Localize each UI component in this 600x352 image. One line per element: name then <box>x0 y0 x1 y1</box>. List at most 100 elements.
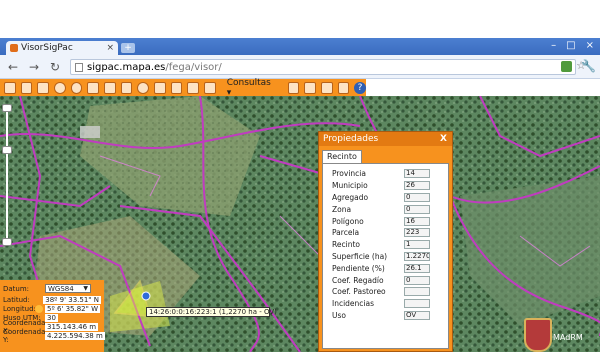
zoom-out-button[interactable] <box>2 238 12 246</box>
latitude-value: 38º 9' 33.51" N <box>43 295 101 304</box>
property-label: Provincia <box>332 169 366 179</box>
property-value: 14 <box>404 169 430 179</box>
tab-close-icon[interactable]: × <box>106 43 114 53</box>
property-row: Coef. Regadío 0 <box>332 274 448 286</box>
sun-icon <box>35 305 43 313</box>
address-bar[interactable]: sigpac.mapa.es/fega/visor/ <box>70 59 576 75</box>
property-label: Coef. Regadío <box>332 275 384 285</box>
property-row: Parcela 223 <box>332 227 448 239</box>
edit-icon[interactable] <box>170 81 183 94</box>
browser-tab[interactable]: VisorSigPac × <box>6 41 118 55</box>
page-icon <box>75 62 83 72</box>
pan-icon[interactable] <box>87 81 100 94</box>
property-label: Coef. Pastoreo <box>332 287 386 297</box>
ministry-logo: MAdRM <box>553 333 583 342</box>
dialog-close-icon[interactable]: X <box>438 133 449 144</box>
property-value: OV <box>404 310 430 320</box>
measure-line-icon[interactable] <box>104 81 116 94</box>
layers-icon[interactable] <box>4 81 16 94</box>
property-row: Coef. Pastoreo <box>332 286 448 298</box>
latitude-label: Latitud: <box>3 295 30 304</box>
back-icon[interactable]: ← <box>6 60 20 74</box>
property-label: Municipio <box>332 181 368 191</box>
property-value: 0 <box>404 192 430 202</box>
property-label: Agregado <box>332 192 369 202</box>
forward-icon[interactable]: → <box>27 60 41 74</box>
zoom-handle[interactable] <box>2 146 12 154</box>
coord-y-value: 4.225.594.38 m <box>45 331 105 340</box>
zoom-slider[interactable] <box>2 104 12 246</box>
maximize-icon[interactable]: □ <box>566 40 575 51</box>
zoom-in-icon[interactable] <box>54 81 66 94</box>
property-row: Municipio 26 <box>332 180 448 192</box>
zoom-track <box>6 112 8 240</box>
zoom-out-icon[interactable] <box>70 81 83 94</box>
property-row: Provincia 14 <box>332 168 448 180</box>
help-icon[interactable]: ? <box>354 81 366 94</box>
property-value: 1.2270 <box>404 251 430 261</box>
property-label: Polígono <box>332 216 364 226</box>
property-label: Recinto <box>332 240 360 250</box>
bookmark-icon[interactable] <box>304 81 316 94</box>
url-host: sigpac.mapa.es <box>87 61 166 73</box>
property-row: Polígono 16 <box>332 215 448 227</box>
reload-icon[interactable]: ↻ <box>48 60 62 74</box>
property-value: 1 <box>404 240 430 250</box>
coat-of-arms-icon <box>524 318 552 352</box>
consultas-menu[interactable]: Consultas ▾ <box>227 78 277 98</box>
property-label: Uso <box>332 310 346 320</box>
link-icon[interactable] <box>320 81 333 94</box>
zoom-in-button[interactable] <box>2 104 12 112</box>
tab-title: VisorSigPac <box>21 43 73 53</box>
coord-y-label: Coordenada Y: <box>3 327 46 344</box>
grid-icon[interactable] <box>37 81 50 94</box>
wrench-menu-icon[interactable]: 🔧 <box>581 59 596 73</box>
new-tab-button[interactable]: + <box>121 43 135 53</box>
property-row: Superficie (ha) 1.2270 <box>332 251 448 263</box>
property-label: Parcela <box>332 228 360 238</box>
chevron-down-icon: ▼ <box>83 285 88 292</box>
property-row: Uso OV <box>332 310 448 322</box>
info-icon[interactable] <box>204 81 216 94</box>
datum-value: WGS84 <box>48 284 74 293</box>
property-row: Zona 0 <box>332 203 448 215</box>
datum-select[interactable]: WGS84 ▼ <box>45 284 91 293</box>
property-value: 16 <box>404 216 430 226</box>
property-value: 26 <box>404 181 430 191</box>
home-icon[interactable] <box>20 81 33 94</box>
property-value: 0 <box>404 204 430 214</box>
measure-area-icon[interactable] <box>120 81 133 94</box>
longitude-value: 5º 6' 35.82" W <box>45 304 100 313</box>
extension-icon[interactable] <box>561 61 572 72</box>
property-value <box>404 299 430 309</box>
property-label: Pendiente (%) <box>332 263 385 273</box>
coordinates-panel: Datum: WGS84 ▼ Latitud: 38º 9' 33.51" N … <box>0 280 105 352</box>
url-path: /fega/visor/ <box>165 61 222 73</box>
window-controls: – □ × <box>551 40 594 51</box>
property-row: Incidencias <box>332 298 448 310</box>
property-value: 223 <box>404 228 430 238</box>
dialog-title[interactable]: Propiedades <box>319 132 452 146</box>
properties-dialog[interactable]: Propiedades X Recinto Provincia 14 Munici… <box>318 131 453 352</box>
download-icon[interactable] <box>337 81 350 94</box>
close-window-icon[interactable]: × <box>586 40 594 51</box>
property-value: 26.1 <box>404 263 430 273</box>
property-row: Recinto 1 <box>332 239 448 251</box>
property-row: Agregado 0 <box>332 192 448 204</box>
print-icon[interactable] <box>187 81 200 94</box>
property-value: 0 <box>404 275 430 285</box>
search-icon[interactable] <box>287 81 300 94</box>
utm-zone-value: 30 <box>45 313 58 322</box>
polygon-tool-icon[interactable] <box>154 81 166 94</box>
circle-tool-icon[interactable] <box>137 81 150 94</box>
parcel-tooltip: 14:26:0:0:16:223:1 (1,2270 ha - OV) <box>146 307 277 317</box>
minimize-icon[interactable]: – <box>551 40 556 51</box>
tab-recinto[interactable]: Recinto <box>322 150 362 163</box>
property-row: Pendiente (%) 26.1 <box>332 262 448 274</box>
site-favicon-icon <box>10 44 18 52</box>
properties-table: Provincia 14 Municipio 26 Agregado 0 Zona 0 … <box>322 163 449 349</box>
property-label: Incidencias <box>332 299 375 309</box>
map-toolbar: Consultas ▾ ? <box>0 78 366 98</box>
coord-x-value: 315.143.46 m <box>45 322 99 331</box>
property-label: Superficie (ha) <box>332 251 388 261</box>
